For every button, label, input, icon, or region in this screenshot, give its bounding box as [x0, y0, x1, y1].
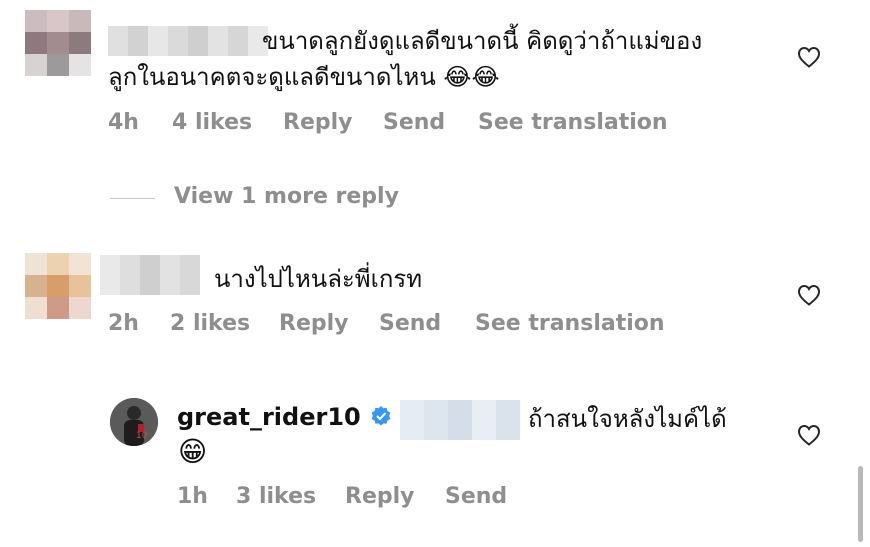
comment-meta: 2h 2 likes Reply Send See translation [108, 311, 708, 341]
reply-avatar[interactable]: 10 [110, 398, 158, 446]
reply-button[interactable]: Reply [283, 110, 353, 135]
comment-text-line2: ลูกในอนาคตจะดูแลดีขนาดไหน 😂😂 [108, 63, 500, 91]
replies-divider-line [110, 198, 155, 199]
reply-username[interactable]: great_rider10 [177, 400, 361, 434]
comment-meta: 4h 4 likes Reply Send See translation [108, 110, 708, 140]
comment-text-line1: ขนาดลูกยังดูแลดีขนาดนี้ คิดดูว่าถ้าแม่ขอ… [262, 27, 703, 55]
comment-text: นางไปไหนล่ะพี่เกรท [214, 265, 423, 293]
reply-meta: 1h 3 likes Reply Send [177, 484, 577, 514]
reply-button[interactable]: Reply [279, 311, 349, 336]
time-label: 1h [177, 484, 208, 509]
mention-blurred[interactable] [400, 400, 520, 440]
username-blurred[interactable] [108, 26, 268, 56]
scrollbar-thumb[interactable] [858, 466, 863, 542]
username-blurred[interactable] [100, 255, 200, 295]
grinning-emoji-icon: 😁 [178, 435, 208, 468]
likes-button[interactable]: 2 likes [170, 311, 250, 336]
likes-button[interactable]: 4 likes [172, 110, 252, 135]
likes-button[interactable]: 3 likes [236, 484, 316, 509]
like-heart-icon[interactable] [797, 284, 821, 306]
see-translation-button[interactable]: See translation [478, 110, 668, 135]
send-button[interactable]: Send [383, 110, 445, 135]
time-label: 2h [108, 311, 139, 336]
reply-text-line1: ถ้าสนใจหลังไมค์ได้ [528, 405, 727, 433]
verified-badge-icon [371, 406, 391, 426]
send-button[interactable]: Send [379, 311, 441, 336]
svg-text:10: 10 [136, 431, 148, 441]
time-label: 4h [108, 110, 139, 135]
reply-button[interactable]: Reply [345, 484, 415, 509]
view-more-replies-button[interactable]: View 1 more reply [174, 184, 399, 209]
send-button[interactable]: Send [445, 484, 507, 509]
like-heart-icon[interactable] [797, 424, 821, 446]
commenter-avatar[interactable] [25, 253, 91, 319]
commenter-avatar[interactable] [25, 10, 91, 76]
see-translation-button[interactable]: See translation [475, 311, 665, 336]
like-heart-icon[interactable] [797, 46, 821, 68]
